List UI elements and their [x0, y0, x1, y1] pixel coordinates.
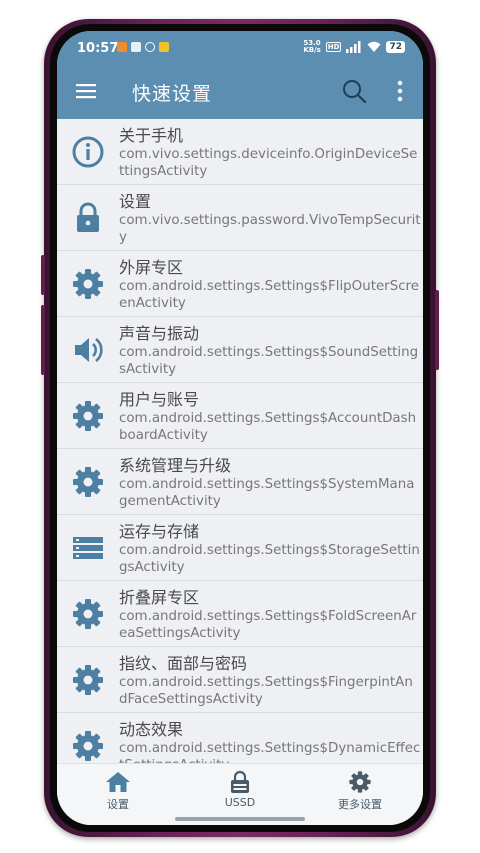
list-item-subtitle: com.android.settings.Settings$FoldScreen…: [119, 609, 417, 641]
gear-icon: [73, 401, 103, 431]
list-item-subtitle: com.android.settings.Settings$DynamicEff…: [119, 741, 421, 763]
app-notification-icon: [117, 42, 127, 52]
nav-label: 设置: [107, 798, 129, 811]
list-item-dynamic-effect[interactable]: 动态效果 com.android.settings.Settings$Dynam…: [57, 713, 423, 763]
status-time: 10:57: [77, 41, 119, 56]
app-notification-icon: [159, 42, 169, 52]
list-item-accounts[interactable]: 用户与账号 com.android.settings.Settings$Acco…: [57, 383, 423, 449]
list-item-fingerprint[interactable]: 指纹、面部与密码 com.android.settings.Settings$F…: [57, 647, 423, 713]
list-item-subtitle: com.vivo.settings.password.VivoTempSecur…: [119, 213, 421, 245]
phone-screen: 10:57 53.0 KB/s HD 72 快速设置 关于手机 com.vivo…: [57, 31, 423, 825]
network-speed: 53.0 KB/s: [303, 39, 321, 54]
gear-icon: [349, 771, 371, 793]
nav-item-settings[interactable]: 设置: [73, 770, 163, 820]
nav-item-more-settings[interactable]: 更多设置: [315, 770, 405, 820]
hd-badge: HD: [325, 42, 342, 52]
list-item-title: 折叠屏专区: [119, 588, 200, 607]
settings-list: 关于手机 com.vivo.settings.deviceinfo.Origin…: [57, 119, 423, 763]
nav-item-ussd[interactable]: USSD: [195, 770, 285, 820]
hamburger-menu-icon[interactable]: [75, 80, 97, 102]
list-item-subtitle: com.vivo.settings.deviceinfo.OriginDevic…: [119, 147, 418, 179]
list-item-subtitle: com.android.settings.Settings$SystemMana…: [119, 477, 415, 509]
list-item-title: 用户与账号: [119, 390, 200, 409]
list-item-outer-screen[interactable]: 外屏专区 com.android.settings.Settings$FlipO…: [57, 251, 423, 317]
system-status-icons: 53.0 KB/s HD 72: [303, 40, 405, 54]
phone-side-button: [41, 305, 45, 375]
nav-label: USSD: [224, 796, 256, 809]
search-icon[interactable]: [341, 78, 367, 104]
phone-side-button: [41, 255, 45, 295]
list-item-subtitle: com.android.settings.Settings$StorageSet…: [119, 543, 420, 575]
list-item-title: 声音与振动: [119, 324, 200, 343]
list-item-title: 关于手机: [119, 126, 184, 145]
more-vert-icon[interactable]: [393, 79, 407, 103]
gear-icon: [73, 269, 103, 299]
app-bar: 10:57 53.0 KB/s HD 72 快速设置: [57, 31, 423, 119]
home-icon: [106, 772, 130, 792]
list-item-title: 动态效果: [119, 720, 184, 739]
list-item-storage[interactable]: 运存与存储 com.android.settings.Settings$Stor…: [57, 515, 423, 581]
info-icon: [72, 136, 104, 168]
list-item-about-phone[interactable]: 关于手机 com.vivo.settings.deviceinfo.Origin…: [57, 119, 423, 185]
ussd-lock-icon: [231, 770, 249, 793]
list-item-security[interactable]: 设置 com.vivo.settings.password.VivoTempSe…: [57, 185, 423, 251]
nav-label: 更多设置: [338, 798, 382, 811]
list-item-title: 系统管理与升级: [119, 456, 232, 475]
status-bar: 10:57 53.0 KB/s HD 72: [57, 31, 423, 65]
bottom-navigation: 设置 USSD 更多设置: [57, 763, 423, 825]
gear-icon: [73, 665, 103, 695]
volume-icon: [75, 337, 103, 363]
phone-power-button: [435, 290, 439, 370]
list-item-sound[interactable]: 声音与振动 com.android.settings.Settings$Soun…: [57, 317, 423, 383]
list-item-title: 设置: [119, 192, 152, 211]
storage-icon: [73, 537, 103, 559]
wifi-icon: [367, 41, 381, 52]
gear-icon: [73, 467, 103, 497]
signal-icon: [346, 41, 361, 53]
list-item-subtitle: com.android.settings.Settings$FlipOuterS…: [119, 279, 420, 311]
page-title: 快速设置: [132, 83, 213, 105]
list-item-fold-screen[interactable]: 折叠屏专区 com.android.settings.Settings$Fold…: [57, 581, 423, 647]
lock-icon: [77, 202, 99, 232]
toolbar: 快速设置: [57, 65, 423, 119]
list-item-title: 外屏专区: [119, 258, 184, 277]
sync-status-icon: [145, 42, 155, 52]
list-item-title: 运存与存储: [119, 522, 200, 541]
gear-icon: [73, 731, 103, 761]
list-item-subtitle: com.android.settings.Settings$SoundSetti…: [119, 345, 419, 377]
home-indicator[interactable]: [175, 817, 305, 821]
list-item-subtitle: com.android.settings.Settings$Fingerpint…: [119, 675, 413, 707]
list-item-subtitle: com.android.settings.Settings$AccountDas…: [119, 411, 417, 443]
list-item-system-management[interactable]: 系统管理与升级 com.android.settings.Settings$Sy…: [57, 449, 423, 515]
battery-indicator: 72: [386, 41, 405, 53]
gear-icon: [73, 599, 103, 629]
app-notification-icon: [131, 42, 141, 52]
notification-icons: [117, 42, 169, 52]
list-item-title: 指纹、面部与密码: [119, 654, 248, 673]
